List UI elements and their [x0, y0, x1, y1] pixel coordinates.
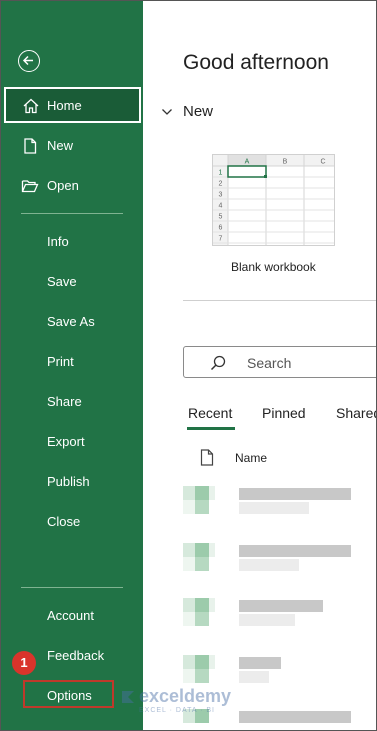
home-icon — [22, 97, 40, 115]
sidebar-item-save-as[interactable]: Save As — [1, 304, 143, 340]
sidebar-item-label: Info — [47, 234, 69, 249]
watermark-tagline: EXCEL · DATA · BI — [139, 707, 215, 714]
watermark-brand: exceldemy — [139, 686, 232, 706]
sidebar-item-label: Save — [47, 274, 77, 289]
column-header-b: B — [283, 159, 288, 166]
column-header-name[interactable]: Name — [235, 451, 267, 465]
sidebar-item-home[interactable]: Home — [4, 87, 141, 123]
list-item[interactable] — [183, 655, 376, 685]
column-header-c: C — [320, 159, 325, 166]
sidebar-item-new[interactable]: New — [1, 128, 143, 164]
sidebar-item-save[interactable]: Save — [1, 264, 143, 300]
blank-workbook-thumbnail[interactable]: A B C 1 2 3 4 5 6 7 — [212, 154, 335, 246]
search-icon — [210, 355, 226, 376]
sidebar-item-info[interactable]: Info — [1, 224, 143, 260]
section-divider — [183, 300, 376, 301]
sidebar-item-label: Open — [47, 178, 79, 193]
folder-open-icon — [21, 177, 39, 195]
blank-workbook-label[interactable]: Blank workbook — [231, 260, 316, 274]
sidebar-item-label: Home — [47, 98, 82, 113]
sidebar-item-label: Feedback — [47, 648, 105, 663]
sidebar-item-label: New — [47, 138, 74, 153]
sidebar-item-label: Account — [47, 608, 94, 623]
row-header: 7 — [219, 236, 223, 243]
sidebar-item-label: Share — [47, 394, 82, 409]
search-input[interactable]: Search — [247, 355, 291, 371]
section-new-heading: New — [183, 103, 214, 120]
step-badge: 1 — [12, 651, 36, 675]
active-tab-indicator — [187, 427, 235, 430]
list-item[interactable] — [183, 486, 376, 516]
row-header: 5 — [219, 214, 223, 221]
back-arrow-icon[interactable] — [18, 50, 40, 72]
sidebar-item-label: Close — [47, 514, 81, 529]
row-header: 4 — [219, 203, 223, 210]
row-header: 3 — [219, 192, 223, 199]
sidebar-item-account[interactable]: Account — [1, 598, 143, 634]
row-header: 6 — [219, 225, 223, 232]
row-header: 2 — [219, 181, 223, 188]
new-file-icon — [21, 137, 39, 155]
sidebar-item-label: Publish — [47, 474, 90, 489]
app-window: Home New Open Info Save Save As Print Sh… — [0, 0, 377, 731]
sidebar-item-share[interactable]: Share — [1, 384, 143, 420]
options-highlight-box — [23, 680, 114, 708]
sidebar-item-export[interactable]: Export — [1, 424, 143, 460]
sidebar-item-label: Print — [47, 354, 74, 369]
sidebar-divider — [21, 587, 123, 588]
sidebar-item-open[interactable]: Open — [1, 168, 143, 204]
sidebar-item-label: Save As — [47, 314, 95, 329]
tab-recent[interactable]: Recent — [188, 405, 232, 421]
column-header-a: A — [245, 159, 250, 166]
sidebar-item-label: Export — [47, 434, 85, 449]
watermark-logo: exceldemy EXCEL · DATA · BI — [119, 686, 259, 722]
document-icon — [200, 449, 214, 471]
sidebar-item-close[interactable]: Close — [1, 504, 143, 540]
chevron-down-icon[interactable] — [161, 105, 173, 123]
sidebar-item-print[interactable]: Print — [1, 344, 143, 380]
list-item[interactable] — [183, 598, 376, 628]
home-pane: Good afternoon New A B C 1 2 3 4 5 6 7 B… — [143, 1, 376, 730]
sidebar-divider — [21, 213, 123, 214]
sidebar-item-publish[interactable]: Publish — [1, 464, 143, 500]
search-box[interactable]: Search — [183, 346, 376, 378]
tab-pinned[interactable]: Pinned — [262, 405, 306, 421]
page-title: Good afternoon — [183, 51, 329, 74]
list-item[interactable] — [183, 543, 376, 573]
tab-shared[interactable]: Shared — [336, 405, 376, 421]
row-header: 1 — [219, 170, 223, 177]
backstage-sidebar: Home New Open Info Save Save As Print Sh… — [1, 1, 143, 730]
